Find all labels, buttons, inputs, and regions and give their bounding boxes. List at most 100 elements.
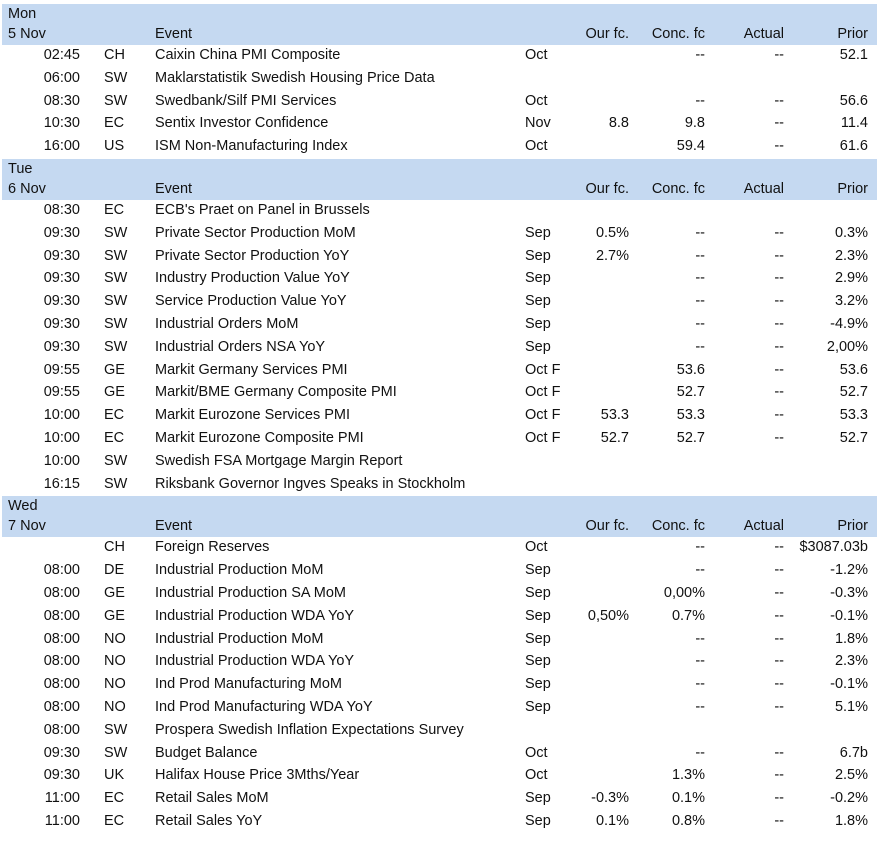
time-cell: 09:55 (43, 361, 80, 378)
prior-column-header: Prior (837, 180, 868, 197)
period-cell: Sep (525, 562, 551, 579)
country-cell: SW (104, 721, 128, 738)
time-cell: 09:30 (43, 744, 80, 761)
prior-cell: 1.8% (834, 812, 868, 829)
actual-cell: -- (774, 384, 784, 401)
period-cell: Sep (525, 676, 551, 693)
event-column-header: Event (155, 518, 193, 535)
actual-cell: -- (774, 562, 784, 579)
time-cell: 10:00 (43, 452, 80, 469)
our-forecast-cell: 0.5% (595, 224, 629, 241)
country-cell: GE (104, 361, 125, 378)
consensus-forecast-cell: 0.7% (671, 607, 705, 624)
time-cell: 09:30 (43, 270, 80, 287)
country-cell: EC (104, 790, 125, 807)
prior-cell: 2.3% (834, 653, 868, 670)
event-row: 08:00 NO Ind Prod Manufacturing MoM Sep -- --… (2, 674, 877, 697)
consensus-forecast-cell: 53.3 (676, 407, 705, 424)
actual-cell: -- (774, 338, 784, 355)
country-cell: EC (104, 201, 125, 218)
event-cell: Halifax House Price 3Mths/Year (155, 767, 360, 784)
period-cell: Oct (525, 744, 548, 761)
time-cell: 10:30 (43, 115, 80, 132)
prior-cell: -0.2% (830, 790, 868, 807)
prior-cell: -0.3% (830, 584, 868, 601)
consensus-forecast-cell: -- (695, 653, 705, 670)
actual-column-header: Actual (743, 26, 784, 42)
consensus-forecast-cell: 0,00% (663, 584, 705, 601)
time-cell: 09:30 (43, 247, 80, 264)
consensus-forecast-cell: -- (695, 744, 705, 761)
period-cell: Sep (525, 315, 551, 332)
actual-cell: -- (774, 539, 784, 556)
country-cell: SW (104, 69, 128, 86)
day-section: Tue 6 Nov Event Our fc. Conc. fc Actual Prior 0… (2, 158, 877, 496)
consensus-forecast-cell: -- (695, 293, 705, 310)
event-row: 11:00 EC Retail Sales YoY Sep 0.1% 0.8% -- 1.8% (2, 811, 877, 834)
time-cell: 09:30 (43, 338, 80, 355)
prior-cell: 5.1% (834, 698, 868, 715)
day-section: Mon 5 Nov Event Our fc. Conc. fc Actual Prior 0… (2, 4, 877, 159)
country-cell: SW (104, 338, 128, 355)
event-cell: Industrial Production WDA YoY (155, 607, 355, 624)
event-cell: Swedish FSA Mortgage Margin Report (155, 452, 403, 469)
prior-cell: 2.5% (834, 767, 868, 784)
day-header: Tue 6 Nov Event Our fc. Conc. fc Actual Prior (2, 158, 877, 200)
period-cell: Sep (525, 630, 551, 647)
actual-cell: -- (774, 293, 784, 310)
country-cell: EC (104, 429, 125, 446)
period-cell: Sep (525, 247, 551, 264)
country-cell: GE (104, 584, 125, 601)
prior-cell: 11.4 (840, 115, 868, 132)
event-cell: Budget Balance (155, 744, 258, 761)
time-cell: 08:00 (43, 698, 80, 715)
actual-cell: -- (774, 315, 784, 332)
actual-cell: -- (774, 115, 784, 132)
time-cell: 09:30 (43, 315, 80, 332)
prior-cell: -0.1% (830, 676, 868, 693)
event-row: 08:00 NO Industrial Production WDA YoY Sep -… (2, 651, 877, 674)
time-cell: 16:00 (43, 138, 80, 155)
period-cell: Oct F (525, 407, 561, 424)
prior-cell: 52.7 (839, 429, 868, 446)
our-forecast-column-header: Our fc. (585, 26, 629, 42)
event-cell: Industrial Production SA MoM (155, 584, 347, 601)
event-cell: Retail Sales MoM (155, 790, 269, 807)
actual-cell: -- (774, 790, 784, 807)
country-cell: GE (104, 384, 125, 401)
our-forecast-cell: 0.1% (595, 812, 629, 829)
country-cell: DE (104, 562, 125, 579)
prior-cell: 53.6 (839, 361, 868, 378)
actual-cell: -- (774, 698, 784, 715)
event-column-header: Event (155, 180, 193, 197)
event-cell: Industrial Production MoM (155, 562, 324, 579)
event-row: 09:55 GE Markit Germany Services PMI Oct F 5… (2, 360, 877, 383)
actual-cell: -- (774, 653, 784, 670)
time-cell: 08:00 (43, 562, 80, 579)
actual-column-header: Actual (743, 180, 784, 197)
actual-cell: -- (774, 429, 784, 446)
event-cell: Foreign Reserves (155, 539, 270, 556)
event-row: 08:00 GE Industrial Production SA MoM Sep 0,… (2, 583, 877, 606)
prior-cell: 2,00% (826, 338, 868, 355)
time-cell: 08:30 (43, 201, 80, 218)
country-cell: SW (104, 452, 128, 469)
consensus-forecast-cell: -- (695, 247, 705, 264)
event-cell: ISM Non-Manufacturing Index (155, 138, 348, 155)
event-cell: Industrial Orders MoM (155, 315, 299, 332)
period-cell: Sep (525, 698, 551, 715)
our-forecast-cell: 52.7 (600, 429, 629, 446)
consensus-column-header: Conc. fc (651, 518, 705, 535)
event-cell: Maklarstatistik Swedish Housing Price Da… (155, 69, 435, 86)
event-row: 02:45 CH Caixin China PMI Composite Oct -- --… (2, 45, 877, 68)
event-cell: Industrial Production WDA YoY (155, 653, 355, 670)
consensus-forecast-cell: -- (695, 92, 705, 109)
event-row: 09:30 SW Private Sector Production MoM Sep 0… (2, 223, 877, 246)
period-cell: Oct (525, 47, 548, 63)
period-cell: Sep (525, 790, 551, 807)
our-forecast-column-header: Our fc. (585, 518, 629, 535)
consensus-column-header: Conc. fc (651, 180, 705, 197)
country-cell: SW (104, 315, 128, 332)
day-date: 7 Nov (8, 518, 46, 535)
consensus-forecast-cell: -- (695, 224, 705, 241)
